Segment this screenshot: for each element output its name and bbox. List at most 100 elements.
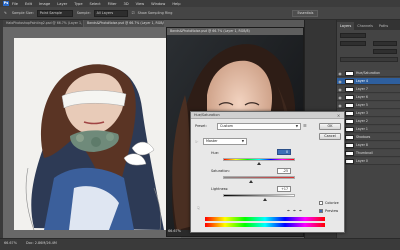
layer-row[interactable]: ◉Thumbnail	[337, 150, 400, 157]
eyedropper-plus-icon[interactable]: ✒	[293, 208, 296, 213]
lightness-slider-track[interactable]	[223, 194, 295, 197]
menu-select[interactable]: Select	[90, 2, 101, 6]
lock-controls[interactable]	[340, 57, 398, 62]
layer-thumbnail	[345, 86, 354, 92]
document-size-info: Doc: 2.86M/26.4M	[26, 241, 57, 245]
visibility-eye-icon[interactable]: ◉	[337, 78, 343, 84]
saturation-slider-track[interactable]	[223, 176, 295, 179]
saturation-slider-thumb[interactable]	[249, 180, 253, 183]
workspace-essentials-button[interactable]: Essentials	[292, 9, 319, 17]
cancel-button[interactable]: Cancel	[319, 133, 341, 140]
layer-filter-select[interactable]	[340, 33, 366, 38]
menu-type[interactable]: Type	[74, 2, 82, 6]
sample-label: Sample:	[76, 11, 91, 15]
eyedropper-tool-icon[interactable]: ✎	[4, 11, 7, 15]
visibility-eye-icon[interactable]: ◉	[337, 102, 343, 108]
hue-label: Hue:	[211, 151, 219, 155]
menu-view[interactable]: View	[136, 2, 145, 6]
layer-row[interactable]: ◉Layer 2	[337, 118, 400, 125]
layer-thumbnail	[345, 150, 354, 156]
layer-name: Shadows	[356, 135, 371, 139]
eyedropper-minus-icon[interactable]: ✒	[299, 208, 302, 213]
channel-select[interactable]: Master ▼	[203, 138, 247, 145]
layer-name: Layer 3	[356, 111, 368, 115]
layer-row[interactable]: ◉Layer 0	[337, 158, 400, 165]
hand-tool-icon[interactable]: ☞	[195, 139, 199, 144]
tab-layers[interactable]: Layers	[337, 22, 355, 30]
layer-row[interactable]: ◉Shadows	[337, 134, 400, 141]
document-tab-photo[interactable]: Bands&PhotoNoise.psd @ 66.7% (Layer 1, R…	[84, 20, 164, 27]
preset-select[interactable]: Custom ▼	[217, 123, 301, 130]
tab-channels[interactable]: Channels	[354, 22, 376, 30]
layer-row[interactable]: ◉ Layer 4	[337, 78, 400, 85]
layers-panel: Layers Channels Paths ◉ Hue/Saturation ◉ La…	[336, 20, 400, 238]
painting-artwork	[14, 38, 172, 230]
chevron-down-icon: ▼	[295, 124, 298, 128]
hue-slider-thumb[interactable]	[257, 162, 261, 165]
layer-row[interactable]: ◉Layer 3	[337, 110, 400, 117]
layer-thumbnail	[345, 118, 354, 124]
layer-row[interactable]: ◉ Layer 7	[337, 86, 400, 93]
layer-row[interactable]: ◉ Layer 5	[337, 102, 400, 109]
layer-thumbnail	[345, 102, 354, 108]
opacity-field[interactable]	[373, 41, 397, 46]
preset-value: Custom	[220, 124, 233, 128]
layer-name: Hue/Saturation	[356, 71, 381, 75]
close-icon[interactable]: ×	[336, 113, 341, 118]
input-color-bar	[205, 217, 325, 221]
sample-size-select[interactable]: Point Sample	[36, 9, 73, 17]
layer-name: Layer 6	[356, 95, 368, 99]
layer-thumbnail	[345, 126, 354, 132]
photo-zoom-level[interactable]: 66.67%	[168, 229, 181, 233]
layer-row[interactable]: ◉ Layer 6	[337, 94, 400, 101]
menu-filter[interactable]: Filter	[108, 2, 117, 6]
fill-field[interactable]	[373, 49, 397, 54]
layer-row[interactable]: ◉Layer 1	[337, 126, 400, 133]
lightness-slider-thumb[interactable]	[263, 198, 267, 201]
ok-button[interactable]: OK	[319, 123, 341, 130]
photo-window-title[interactable]: Bands&PhotoNoise.psd @ 66.7% (Layer 1, R…	[167, 28, 303, 35]
show-sampling-ring-checkbox[interactable]: ☑	[132, 11, 135, 15]
layer-thumbnail	[345, 110, 354, 116]
hue-input[interactable]: 0	[277, 149, 291, 155]
menu-3d[interactable]: 3D	[124, 2, 129, 6]
layer-name: Layer 8	[356, 143, 368, 147]
lightness-input[interactable]: +17	[277, 186, 291, 192]
painting-zoom-level[interactable]: 66.67%	[4, 241, 17, 245]
tab-paths[interactable]: Paths	[376, 22, 391, 30]
document-tab-painting[interactable]: HaloPhotoshopPainting2.psd @ 66.7% (Laye…	[3, 20, 83, 27]
layer-row[interactable]: ◉ Hue/Saturation	[337, 70, 400, 77]
saturation-input[interactable]: -25	[277, 168, 291, 174]
sample-size-label: Sample Size:	[11, 11, 34, 15]
hand-adjust-icon[interactable]: ☟	[197, 207, 200, 212]
chevron-down-icon: ▼	[241, 139, 244, 143]
blend-mode-select[interactable]	[340, 41, 366, 46]
menu-window[interactable]: Window	[151, 2, 165, 6]
menu-image[interactable]: Image	[39, 2, 50, 6]
layer-row[interactable]: ◉Layer 8	[337, 142, 400, 149]
preview-label: Preview	[325, 209, 339, 213]
preview-checkbox[interactable]	[319, 209, 323, 213]
dialog-title: Hue/Saturation	[191, 112, 344, 119]
visibility-eye-icon[interactable]: ◉	[337, 86, 343, 92]
menu-help[interactable]: Help	[172, 2, 180, 6]
colorize-label: Colorize	[325, 201, 339, 205]
show-sampling-ring-label: Show Sampling Ring	[137, 11, 173, 15]
layer-name: Layer 1	[356, 127, 368, 131]
eyedropper-icon[interactable]: ✒	[287, 208, 290, 213]
layer-thumbnail	[345, 134, 354, 140]
sample-select[interactable]: All Layers	[93, 9, 128, 17]
options-bar: ✎ Sample Size: Point Sample Sample: All …	[0, 7, 400, 20]
layer-thumbnail	[345, 70, 354, 76]
hue-slider-track[interactable]	[223, 158, 295, 161]
preset-options-icon[interactable]: ☰	[303, 123, 307, 128]
lightness-label: Lightness:	[211, 187, 229, 191]
visibility-eye-icon[interactable]: ◉	[337, 94, 343, 100]
menu-edit[interactable]: Edit	[25, 2, 32, 6]
layer-thumbnail	[345, 78, 354, 84]
colorize-checkbox[interactable]	[319, 201, 323, 205]
menu-file[interactable]: File	[12, 2, 18, 6]
hue-saturation-dialog: Hue/Saturation × Preset: Custom ▼ ☰ OK C…	[190, 111, 345, 233]
visibility-eye-icon[interactable]: ◉	[337, 70, 343, 76]
menu-layer[interactable]: Layer	[57, 2, 67, 6]
